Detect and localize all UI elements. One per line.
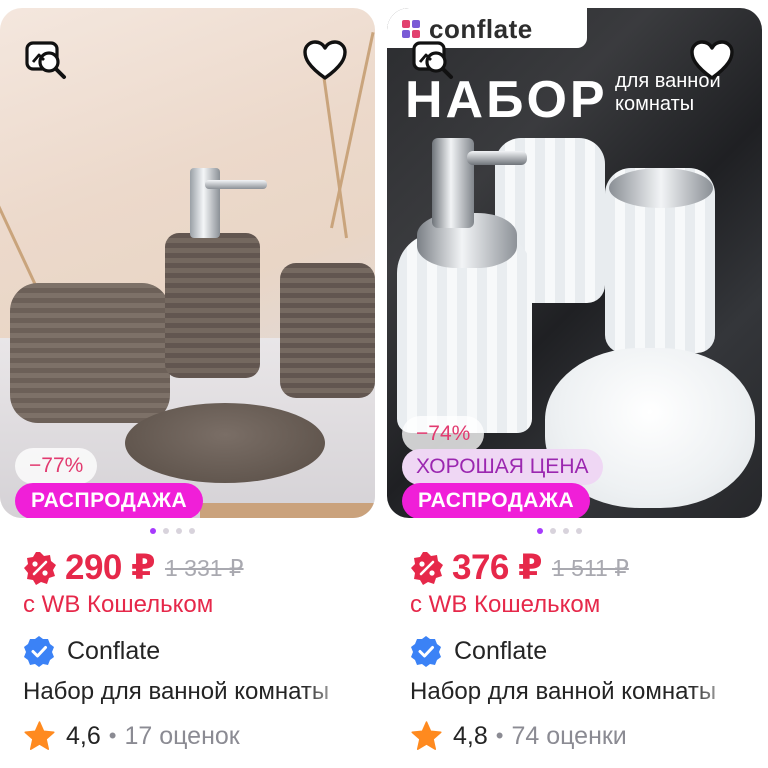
find-similar-icon[interactable] bbox=[407, 34, 461, 88]
wallet-discount-icon bbox=[24, 552, 56, 585]
image-pagination bbox=[150, 528, 195, 534]
discount-badge: −74% bbox=[402, 416, 485, 452]
product-title[interactable]: Набор для ванной комнаты bbox=[410, 678, 740, 706]
rating-row: 4,6 • 17 оценок bbox=[23, 718, 240, 754]
product-image[interactable]: −77% РАСПРОДАЖА bbox=[0, 8, 375, 518]
old-price: 1 331 ₽ bbox=[164, 554, 244, 581]
wallet-price-note: с WB Кошельком bbox=[410, 591, 601, 618]
product-card[interactable]: −77% РАСПРОДАЖА 290 ₽ 1 331 ₽ с WB Кошел… bbox=[0, 8, 375, 760]
product-title[interactable]: Набор для ванной комнаты bbox=[23, 678, 353, 706]
sale-badge: РАСПРОДАЖА bbox=[402, 483, 591, 518]
brand-row[interactable]: Conflate bbox=[410, 634, 547, 668]
verified-check-icon bbox=[411, 636, 441, 667]
soap-dish bbox=[125, 403, 325, 483]
sale-badge: РАСПРОДАЖА bbox=[15, 483, 204, 518]
review-count: 17 оценок bbox=[124, 721, 240, 750]
old-price: 1 511 ₽ bbox=[551, 554, 629, 581]
dispenser-pump bbox=[190, 168, 220, 238]
discount-badge: −77% bbox=[15, 448, 98, 484]
review-count: 74 оценки bbox=[511, 721, 627, 750]
wallet-price-note: с WB Кошельком bbox=[23, 591, 214, 618]
separator-dot: • bbox=[495, 723, 504, 748]
find-similar-icon[interactable] bbox=[20, 34, 74, 88]
price-row: 290 ₽ 1 331 ₽ bbox=[23, 548, 244, 588]
image-subline-2: комнаты bbox=[615, 93, 695, 115]
current-price: 290 ₽ bbox=[65, 548, 155, 587]
verified-check-icon bbox=[24, 636, 54, 667]
dispenser-pump bbox=[432, 138, 474, 228]
pagination-dot bbox=[163, 528, 169, 534]
pagination-dot bbox=[550, 528, 556, 534]
wallet-discount-icon bbox=[411, 552, 443, 585]
brand-row[interactable]: Conflate bbox=[23, 634, 160, 668]
separator-dot: • bbox=[108, 723, 117, 748]
pagination-dot bbox=[189, 528, 195, 534]
star-icon bbox=[411, 720, 442, 750]
star-icon bbox=[24, 720, 55, 750]
toothbrush-holder bbox=[10, 283, 170, 423]
price-row: 376 ₽ 1 511 ₽ bbox=[410, 548, 629, 588]
dispenser-spout bbox=[205, 180, 267, 189]
rating-value: 4,6 bbox=[66, 721, 101, 750]
heart-icon[interactable] bbox=[685, 34, 739, 88]
pagination-dot bbox=[563, 528, 569, 534]
holder-lid bbox=[609, 168, 713, 208]
tumbler bbox=[280, 263, 375, 398]
heart-icon[interactable] bbox=[298, 34, 352, 88]
pagination-dot bbox=[150, 528, 156, 534]
soap-dispenser bbox=[165, 233, 260, 378]
image-pagination bbox=[537, 528, 582, 534]
pagination-dot bbox=[576, 528, 582, 534]
rating-row: 4,8 • 74 оценки bbox=[410, 718, 627, 754]
product-card[interactable]: conflate НАБОР для ванной комнаты −74% Х… bbox=[387, 8, 762, 760]
wood-edge bbox=[200, 503, 375, 518]
brand-name: Conflate bbox=[67, 636, 161, 665]
pagination-dot bbox=[537, 528, 543, 534]
product-image[interactable]: conflate НАБОР для ванной комнаты −74% Х… bbox=[387, 8, 762, 518]
brand-name: Conflate bbox=[454, 636, 548, 665]
pagination-dot bbox=[176, 528, 182, 534]
current-price: 376 ₽ bbox=[452, 548, 542, 587]
good-price-badge: ХОРОШАЯ ЦЕНА bbox=[402, 449, 603, 485]
dispenser-spout bbox=[467, 151, 527, 165]
rating-value: 4,8 bbox=[453, 721, 488, 750]
